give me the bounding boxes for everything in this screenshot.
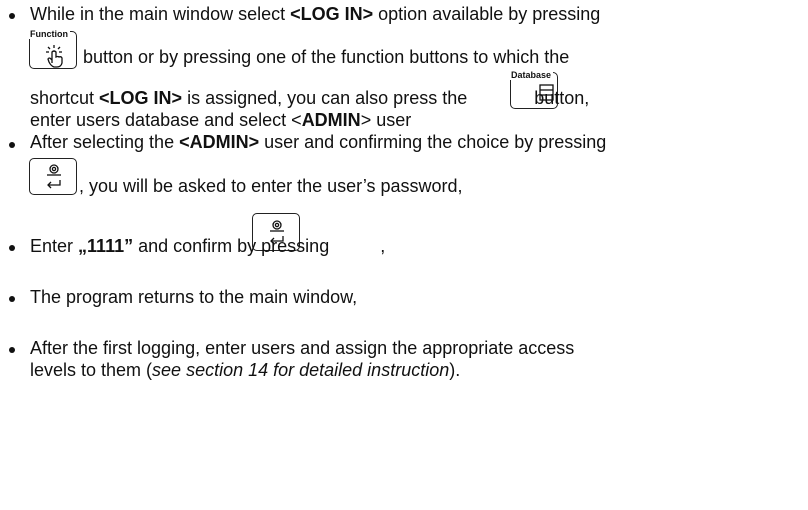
bullet-dot xyxy=(9,245,15,251)
text: levels to them ( xyxy=(30,360,153,380)
password-value: „1111” xyxy=(78,236,134,256)
text: The program returns to the main window, xyxy=(30,287,358,307)
text: > user xyxy=(360,110,412,130)
text: ). xyxy=(449,360,461,380)
text: Enter xyxy=(30,236,79,256)
bullet-dot xyxy=(9,296,15,302)
bullet-4-line-1: The program returns to the main window, xyxy=(30,287,357,308)
enter-key-icon xyxy=(47,164,61,189)
bullet-dot xyxy=(9,142,15,148)
bullet-2-line-2: , you will be asked to enter the user’s … xyxy=(79,176,463,197)
text: enter users database and select < xyxy=(30,110,302,130)
text: user and confirming the choice by pressi… xyxy=(259,132,607,152)
text: and confirm by pressing xyxy=(133,236,335,256)
section-reference: see section 14 for detailed instruction xyxy=(152,360,450,380)
bullet-dot xyxy=(9,347,15,353)
bullet-1-line-1: While in the main window select <LOG IN>… xyxy=(30,4,600,25)
bullet-2-line-1: After selecting the <ADMIN> user and con… xyxy=(30,132,606,153)
text: is assigned, you can also press the xyxy=(182,88,473,108)
admin-user: ADMIN xyxy=(301,110,361,130)
text: After selecting the xyxy=(30,132,180,152)
bullet-dot xyxy=(9,13,15,19)
text: shortcut xyxy=(30,88,100,108)
text: After the first logging, enter users and… xyxy=(30,338,575,358)
log-in-option: <LOG IN> xyxy=(99,88,183,108)
text: , you will be asked to enter the user’s … xyxy=(79,176,463,196)
log-in-option: <LOG IN> xyxy=(290,4,374,24)
text: While in the main window select xyxy=(30,4,291,24)
text: button, xyxy=(529,88,590,108)
function-key[interactable]: Function xyxy=(28,29,77,69)
bullet-3-line-1: Enter „1111” and confirm by pressing , xyxy=(30,236,385,257)
text: button or by pressing one of the functio… xyxy=(83,47,570,67)
bullet-5-line-1: After the first logging, enter users and… xyxy=(30,338,574,359)
hand-press-icon xyxy=(46,45,63,68)
bullet-1-line-4: enter users database and select <ADMIN> … xyxy=(30,110,411,131)
admin-user: <ADMIN> xyxy=(179,132,260,152)
bullet-1-line-2: button or by pressing one of the functio… xyxy=(83,47,569,68)
bullet-5-line-2: levels to them (see section 14 for detai… xyxy=(30,360,460,381)
text: , xyxy=(380,236,386,256)
bullet-1-line-3: shortcut <LOG IN> is assigned, you can a… xyxy=(30,88,589,109)
text: option available by pressing xyxy=(373,4,601,24)
enter-key[interactable] xyxy=(29,158,77,195)
